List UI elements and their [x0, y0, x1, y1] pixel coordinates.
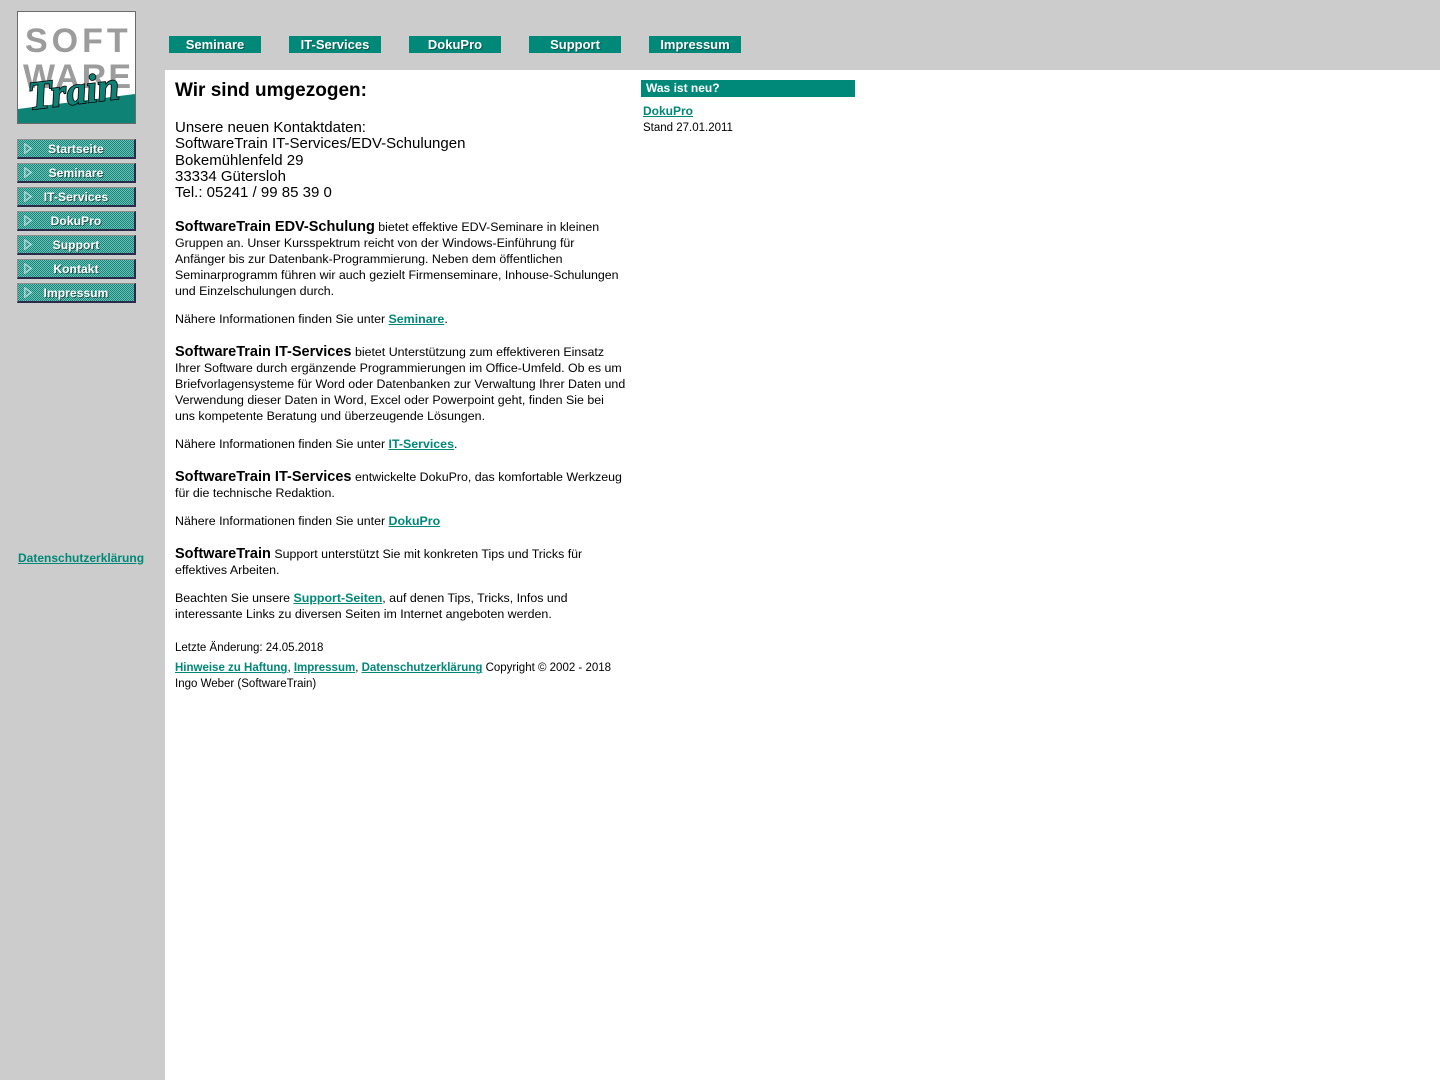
sidebar-item-seminare[interactable]: Seminare [17, 163, 136, 183]
sidebar-item-support-label: Support [52, 238, 100, 252]
sidebar-item-kontakt-label: Kontakt [53, 262, 99, 276]
sidebar-item-it-services-label: IT-Services [43, 190, 109, 204]
info-prefix: Nähere Informationen finden Sie unter [175, 312, 389, 327]
section-it-services: SoftwareTrain IT-Services bietet Unterst… [175, 344, 627, 424]
section-edv-schulung: SoftwareTrain EDV-Schulung bietet effekt… [175, 219, 627, 299]
info-prefix: Nähere Informationen finden Sie unter [175, 437, 389, 452]
top-nav-support-label: Support [550, 37, 600, 52]
info-suffix: . [453, 437, 458, 452]
top-nav-it-services-label: IT-Services [300, 37, 370, 52]
section-it-services-bold: SoftwareTrain IT-Services [175, 344, 352, 361]
svg-text:SOFT: SOFT [25, 22, 132, 60]
section-edv-schulung-info: Nähere Informationen finden Sie unter Se… [175, 311, 627, 327]
link-seminare[interactable]: Seminare [389, 312, 445, 326]
sidebar-item-seminare-label: Seminare [48, 166, 104, 180]
info-prefix: Nähere Informationen finden Sie unter [175, 514, 389, 529]
news-panel-header: Was ist neu? [641, 80, 855, 97]
link-support-seiten[interactable]: Support-Seiten [293, 591, 382, 605]
top-nav-seminare[interactable]: Seminare [165, 32, 265, 57]
softwaretrain-logo[interactable]: SOFT WARE Train [17, 11, 136, 124]
top-nav-support[interactable]: Support [525, 32, 625, 57]
link-dokupro[interactable]: DokuPro [389, 514, 441, 528]
top-nav-seminare-label: Seminare [185, 37, 245, 52]
news-panel-body: DokuPro Stand 27.01.2011 [641, 97, 855, 134]
sidebar-item-support[interactable]: Support [17, 235, 136, 255]
sidebar-item-dokupro[interactable]: DokuPro [17, 211, 136, 231]
section-support-info: Beachten Sie unsere Support-Seiten, auf … [175, 590, 627, 622]
sidebar-item-startseite[interactable]: Startseite [17, 139, 136, 159]
sidebar-navigation: Startseite Seminare IT-Services DokuPro … [17, 139, 136, 307]
sidebar-privacy-link[interactable]: Datenschutzerklärung [18, 551, 144, 565]
top-nav-dokupro-label: DokuPro [427, 37, 483, 52]
address-line-3: Bokemühlenfeld 29 [175, 151, 304, 169]
content-footer: Letzte Änderung: 24.05.2018 Hinweise zu … [175, 640, 627, 692]
section-dokupro-bold: SoftwareTrain IT-Services [175, 469, 352, 486]
address-line-5: Tel.: 05241 / 99 85 39 0 [175, 184, 332, 202]
logo-artwork: SOFT WARE Train [18, 12, 135, 123]
sidebar-item-impressum-label: Impressum [43, 286, 109, 300]
sidebar-item-kontakt[interactable]: Kontakt [17, 259, 136, 279]
sidebar-item-startseite-label: Startseite [48, 142, 104, 156]
news-link-dokupro[interactable]: DokuPro [643, 104, 693, 118]
news-date: Stand 27.01.2011 [643, 122, 733, 134]
address-line-4: 33334 Gütersloh [175, 167, 286, 185]
sidebar-item-impressum[interactable]: Impressum [17, 283, 136, 303]
footer-links: Hinweise zu Haftung, Impressum, Datensch… [175, 660, 627, 692]
top-nav-impressum[interactable]: Impressum [645, 32, 745, 57]
contact-address: Unsere neuen Kontaktdaten: SoftwareTrain… [175, 119, 627, 202]
link-haftung[interactable]: Hinweise zu Haftung [175, 662, 287, 674]
section-it-services-info: Nähere Informationen finden Sie unter IT… [175, 436, 627, 452]
section-dokupro-info: Nähere Informationen finden Sie unter Do… [175, 513, 627, 529]
address-line-2: SoftwareTrain IT-Services/EDV-Schulungen [175, 135, 466, 153]
main-content: Wir sind umgezogen: Unsere neuen Kontakt… [175, 80, 627, 692]
address-line-1: Unsere neuen Kontaktdaten: [175, 119, 366, 136]
last-changed: Letzte Änderung: 24.05.2018 [175, 642, 324, 655]
top-nav-dokupro[interactable]: DokuPro [405, 32, 505, 57]
sidebar-item-dokupro-label: DokuPro [50, 214, 102, 228]
sidebar-item-it-services[interactable]: IT-Services [17, 187, 136, 207]
page-title: Wir sind umgezogen: [175, 80, 367, 101]
top-nav-impressum-label: Impressum [660, 37, 730, 52]
info-suffix: . [444, 312, 448, 327]
link-datenschutzerklaerung[interactable]: Datenschutzerklärung [362, 662, 483, 674]
info-prefix: Beachten Sie unsere [175, 591, 294, 606]
top-nav-it-services[interactable]: IT-Services [285, 32, 385, 57]
section-support-bold: SoftwareTrain [175, 546, 271, 563]
link-impressum[interactable]: Impressum [294, 662, 355, 674]
section-dokupro: SoftwareTrain IT-Services entwickelte Do… [175, 469, 627, 501]
link-it-services[interactable]: IT-Services [389, 437, 454, 451]
section-support: SoftwareTrain Support unterstützt Sie mi… [175, 546, 627, 578]
section-edv-schulung-bold: SoftwareTrain EDV-Schulung [175, 219, 375, 236]
news-panel: Was ist neu? DokuPro Stand 27.01.2011 [641, 80, 855, 134]
